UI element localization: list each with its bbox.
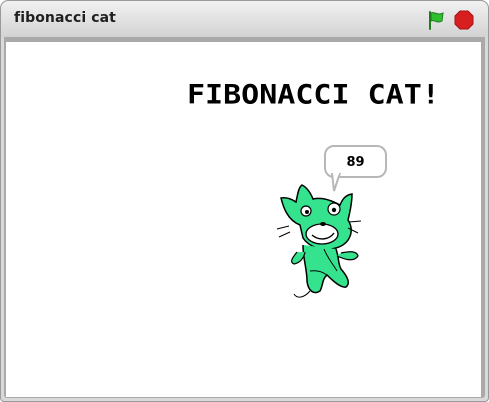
stop-icon — [454, 10, 474, 30]
speech-bubble-text: 89 — [346, 155, 365, 170]
stop-button[interactable] — [453, 9, 475, 31]
title-bar: fibonacci cat — [1, 1, 488, 37]
cat-sprite[interactable] — [270, 178, 364, 300]
green-flag-button[interactable] — [425, 9, 447, 31]
project-title: fibonacci cat — [14, 10, 116, 26]
stage-title: FIBONACCI CAT! — [187, 79, 440, 111]
green-flag-icon — [429, 11, 444, 30]
stage[interactable]: FIBONACCI CAT! 89 — [6, 42, 481, 397]
player-window: fibonacci cat FIBONACCI CAT! 89 — [0, 0, 489, 402]
